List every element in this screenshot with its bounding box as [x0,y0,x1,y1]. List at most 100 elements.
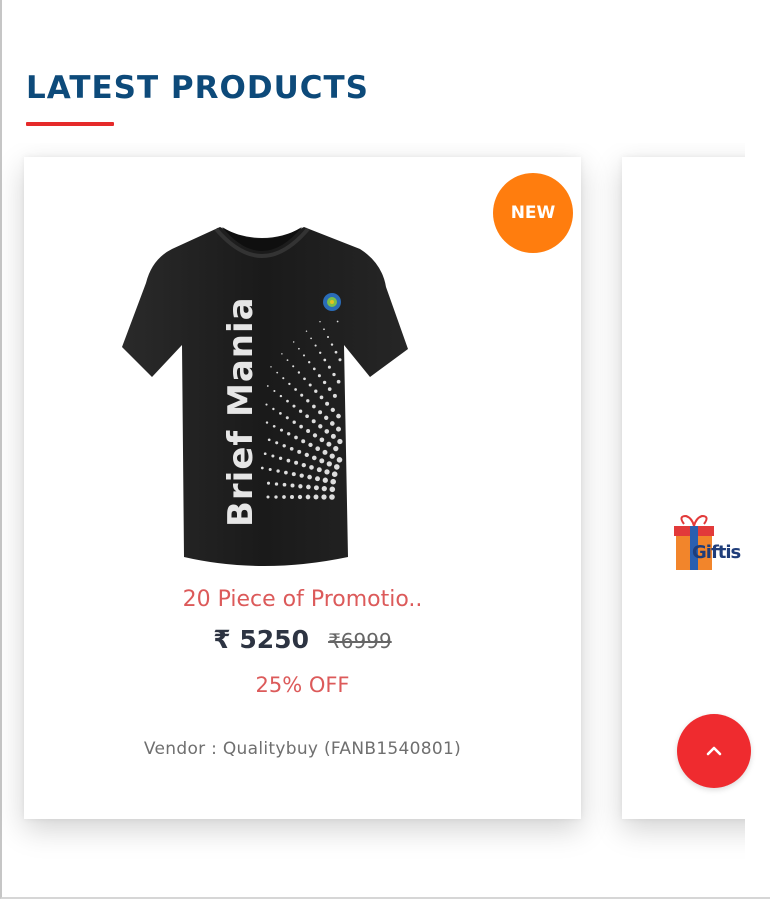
halftone-dot [307,474,312,480]
halftone-dot [306,399,310,403]
halftone-dot [326,335,330,339]
halftone-dot [304,452,309,458]
product-card[interactable]: NEW Brief Mania 20 Piece of Promotio.. ₹… [24,157,581,819]
halftone-dot [337,438,343,445]
price-old: ₹6999 [328,629,392,653]
halftone-dot [333,445,339,452]
halftone-dot [308,383,312,387]
gift-logo: Giftis [674,514,742,570]
halftone-dot [290,483,295,488]
halftone-dot [263,452,267,456]
product-image-tshirt[interactable]: Brief Mania [112,207,412,577]
halftone-dot [329,453,335,459]
price-current: ₹ 5250 [213,625,309,654]
price-row: ₹ 5250 ₹6999 [24,625,581,654]
halftone-dot [260,466,264,470]
halftone-dot [270,366,272,368]
halftone-dot [286,399,289,403]
halftone-dot [319,351,322,354]
scroll-to-top-button[interactable] [677,714,751,788]
halftone-dot [334,350,338,354]
halftone-dot [330,407,335,413]
halftone-dot [266,385,269,387]
halftone-dot [274,495,278,499]
product-carousel[interactable]: NEW Brief Mania 20 Piece of Promotio.. ₹… [0,143,745,863]
halftone-dot [266,481,271,485]
halftone-dot [290,495,294,499]
halftone-dot [317,374,321,378]
halftone-dot [299,424,303,429]
halftone-dot [319,458,325,464]
halftone-dot [268,467,272,472]
halftone-dot [289,446,294,451]
discount-label: 25% OFF [255,673,350,697]
halftone-dot [311,419,316,424]
halftone-dot [321,494,327,500]
halftone-dot [297,371,301,374]
halftone-dot [282,444,286,448]
halftone-dot [319,437,325,443]
halftone-dot [272,424,276,428]
halftone-dot [294,388,297,391]
halftone-dot [279,412,282,415]
halftone-dot [278,456,283,460]
halftone-dot [292,341,295,343]
chevron-up-icon [706,746,722,756]
halftone-dot [282,495,286,499]
halftone-dot [324,415,329,420]
halftone-dot [305,414,309,419]
halftone-dot [312,433,318,438]
halftone-dot [276,371,279,374]
halftone-dot [311,455,317,461]
halftone-dot [331,471,338,478]
halftone-dot [306,429,311,433]
halftone-dot [276,469,280,473]
halftone-dot [313,494,319,500]
halftone-dot [294,460,299,465]
halftone-dot [267,438,271,442]
halftone-dot [302,354,306,357]
halftone-dot [308,361,311,364]
halftone-dot [299,473,304,478]
halftone-dot [308,442,313,448]
halftone-dot [316,467,322,473]
halftone-dot [309,465,314,470]
shirt-print-text: Brief Mania [221,296,261,527]
halftone-dot [322,477,328,483]
product-name[interactable]: 20 Piece of Promotio.. [24,587,581,612]
halftone-dot [336,426,341,432]
halftone-dot [327,387,332,391]
halftone-dot [314,389,318,393]
halftone-dot [330,343,334,346]
halftone-dot [271,454,275,458]
halftone-dot [324,469,330,475]
halftone-dot [294,435,298,440]
halftone-dot [325,401,330,406]
halftone-dot [305,330,308,332]
vendor-label: Vendor : Qualitybuy (FANB1540801) [143,739,462,759]
halftone-dot [334,464,340,470]
halftone-dot [322,380,327,385]
halftone-dot [298,347,300,350]
halftone-dot [306,484,311,490]
halftone-dot [332,372,336,377]
halftone-dot [336,413,341,419]
halftone-dot [292,420,296,424]
halftone-dot [323,328,325,331]
halftone-dot [287,432,291,436]
halftone-dot [288,382,291,386]
halftone-dot [300,393,304,397]
halftone-dot [324,429,330,434]
halftone-dot [315,446,321,452]
halftone-dot [286,458,291,463]
halftone-dot [338,358,342,362]
halftone-dot [318,410,323,415]
halftone-dot [281,353,283,355]
halftone-dot [313,485,319,491]
halftone-dot [327,365,331,369]
halftone-dot [336,379,341,384]
halftone-dot [275,441,279,445]
halftone-dot [298,409,303,413]
halftone-dot [266,495,270,499]
tshirt-body [122,227,408,566]
